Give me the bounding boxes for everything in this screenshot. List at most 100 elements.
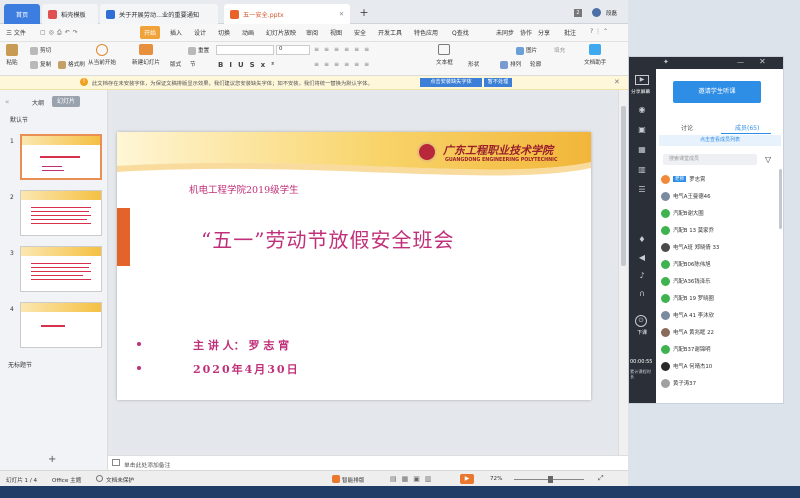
menu-start[interactable]: 开始 [144,28,156,37]
file-menu[interactable]: 三 文件 [6,28,26,37]
end-class-label[interactable]: 下课 [637,329,647,336]
member-item[interactable]: 汽配B37谢锦明 [661,342,711,356]
member-list-scrollbar[interactable] [779,169,782,229]
share-screen-label[interactable]: 分享屏幕 [631,88,650,95]
menu-share[interactable]: 分享 [538,28,550,37]
section-default[interactable]: 默认节 [10,115,28,124]
install-fonts-button[interactable]: 点击安装缺失字体 [420,78,482,87]
help-icon[interactable]: ? ⋮ ⌃ [590,28,608,35]
layout-button[interactable]: 版式 [170,60,181,68]
font-name-select[interactable] [216,45,274,55]
tab-discuss[interactable]: 讨论 [681,123,693,132]
member-item[interactable]: 电气A 黄兆眶 22 [661,325,714,339]
slide-thumbnail-2[interactable] [20,190,102,236]
avatar[interactable] [592,8,601,17]
settings-icon[interactable]: ☰ [635,185,649,197]
zoom-slider-thumb[interactable] [548,476,553,483]
camera-icon[interactable]: ◉ [635,105,649,117]
lock-icon[interactable]: ▣ [635,125,649,137]
menu-comment[interactable]: 批注 [564,28,576,37]
board-icon[interactable]: ▦ [635,145,649,157]
mic-icon[interactable]: ♦ [635,235,649,247]
section-button[interactable]: 节 [190,60,196,68]
paragraph-buttons[interactable]: ≡≡≡≡≡≡ [314,46,434,54]
invite-students-button[interactable]: 邀请学生听课 [673,81,761,103]
member-item[interactable]: 汽配B06陈伟旭 [661,257,711,271]
tab-pptx[interactable]: 五一安全.pptx ✕ [224,4,350,24]
notes-area[interactable]: 单击此处添加备注 [108,455,628,470]
menu-devtools[interactable]: 开发工具 [378,28,402,37]
view-member-list-link[interactable]: 点击查看成员列表 [659,135,781,146]
menu-security[interactable]: 安全 [354,28,366,37]
new-tab-icon[interactable]: + [356,6,372,19]
paste-button[interactable]: 粘贴 [6,44,18,66]
pin-icon[interactable]: ✦ [663,58,669,66]
doc-assist-button[interactable]: 文档助手 [584,44,606,66]
arrange-button[interactable]: 排列 [500,60,521,69]
member-item[interactable]: 汽配B谢大圈 [661,206,704,220]
add-slide-icon[interactable]: + [48,454,56,465]
close-tab-icon[interactable]: ✕ [339,11,344,18]
fill-button[interactable]: 填充 [554,46,565,54]
menu-slideshow[interactable]: 幻灯片放映 [266,28,296,37]
quick-access-icons[interactable]: ▢◎⎙↶↷ [40,29,81,37]
menu-animation[interactable]: 动画 [242,28,254,37]
end-class-icon[interactable]: ⏻ [635,315,647,327]
minimize-icon[interactable]: — [737,58,744,66]
close-panel-icon[interactable]: ✕ [759,57,766,66]
member-item[interactable]: 电气A 何晴杰10 [661,359,712,373]
protect-status[interactable]: 文档未保护 [106,476,134,484]
member-item[interactable]: 电气A 41 李沐欣 [661,308,714,322]
new-slide-button[interactable]: 新建幻灯片 [132,44,160,66]
member-item[interactable]: 老师 罗志霄 [661,172,705,186]
tab-home[interactable]: 首页 [4,4,40,24]
menu-collab[interactable]: 协作 [520,28,532,37]
picture-button[interactable]: 图片 [516,46,537,55]
cut-button[interactable]: 剪切 [30,46,51,55]
menu-sync[interactable]: 未同步 [496,28,514,37]
align-buttons[interactable]: ≡≡≡≡≡≡ [314,61,434,69]
member-item[interactable]: 黄子涛37 [661,376,696,390]
slide-thumbnail-3[interactable] [20,246,102,292]
slide-thumbnail-4[interactable] [20,302,102,348]
menu-view[interactable]: 视图 [330,28,342,37]
slide[interactable]: 广东工程职业技术学院 GUANGDONG ENGINEERING POLYTEC… [117,132,591,400]
menu-search[interactable]: Q查找 [452,28,469,37]
tab-slides[interactable]: 幻灯片 [52,96,80,107]
outline-button[interactable]: 轮廓 [530,60,541,68]
font-style-buttons[interactable]: BIUSx² [218,61,280,69]
menu-transition[interactable]: 切换 [218,28,230,37]
member-item[interactable]: 电气A班 郑晓倩 33 [661,240,719,254]
format-painter-button[interactable]: 格式刷 [58,60,85,69]
reset-button[interactable]: 重置 [188,46,209,55]
slide-thumbnail-1[interactable] [20,134,102,180]
menu-design[interactable]: 设计 [194,28,206,37]
tab-docer[interactable]: 稻壳模板 [42,4,98,24]
collapse-panel-icon[interactable]: « [5,98,9,106]
menu-features[interactable]: 特色应用 [414,28,438,37]
dismiss-button[interactable]: 暂不处理 [484,78,512,87]
menu-insert[interactable]: 插入 [170,28,182,37]
view-mode-icons[interactable]: ▤▦▣▥ [390,475,436,483]
section-untitled[interactable]: 无标题节 [8,360,32,369]
shape-button[interactable]: 形状 [468,60,479,68]
textbox-button[interactable]: 文本框 [436,44,453,66]
vertical-scrollbar[interactable] [618,90,628,455]
member-item[interactable]: 电气A王曼德46 [661,189,711,203]
member-item[interactable]: 汽配B 19 罗晓圈 [661,291,714,305]
tab-outline[interactable]: 大纲 [32,98,44,107]
member-item[interactable]: 汽配A36钱泽乐 [661,274,711,288]
copy-button[interactable]: 复制 [30,60,51,69]
speaker-icon[interactable]: ◀ [635,253,649,265]
fit-window-icon[interactable]: ⤢ [598,474,604,483]
music-icon[interactable]: ♪ [635,271,649,283]
smart-layout-button[interactable]: 智能排版 [342,476,364,484]
scroll-thumb[interactable] [621,106,626,266]
member-search-input[interactable]: 搜索课堂成员 [663,154,757,165]
font-size-select[interactable]: 0 [276,45,310,55]
tab-notice-doc[interactable]: 关于开展劳动...业的重要通知 [100,4,218,24]
member-item[interactable]: 汽配B 13 莫家乔 [661,223,714,237]
headset-icon[interactable]: ∩ [635,289,649,301]
menu-review[interactable]: 审阅 [306,28,318,37]
from-start-button[interactable]: 从当前开始 [88,44,116,66]
